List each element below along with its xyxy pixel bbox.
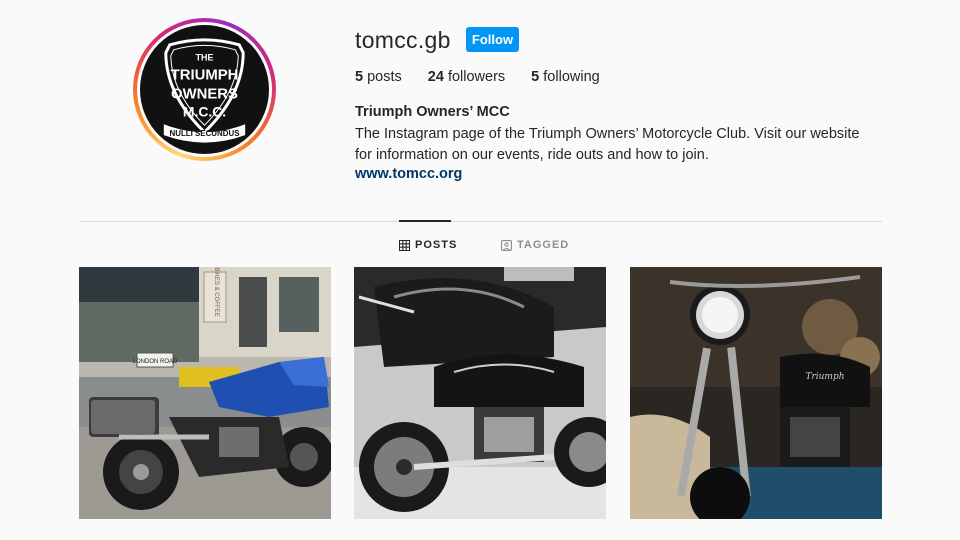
tag-icon [501,239,512,251]
logo-line-4: M.C.C. [183,103,226,119]
profile-website-link[interactable]: www.tomcc.org [355,166,462,182]
post-2-photo [354,267,606,519]
tab-tagged-label: TAGGED [517,239,570,251]
post-1-shop-sign: BIKES & COFFEE [213,267,219,316]
following-label: following [543,69,600,85]
followers-stat[interactable]: 24 followers [428,69,505,85]
profile-bio: The Instagram page of the Triumph Owners… [355,126,860,163]
logo-banner: NULLI SECUNDUS [170,129,240,138]
profile-username: tomcc.gb [355,27,451,53]
post-thumbnail-2[interactable] [354,267,606,519]
tab-posts[interactable]: POSTS [399,239,457,251]
posts-count: 5 [355,69,364,85]
posts-label: posts [367,69,402,85]
followers-label: followers [447,69,506,85]
grid-icon [399,239,410,251]
logo-line-1: THE [196,53,214,63]
logo-line-2: TRIUMPH [171,68,239,84]
tabs-divider [79,221,882,222]
posts-stat: 5 posts [355,69,402,85]
post-1-street-sign: LONDON ROAD [133,359,178,365]
logo-line-3: OWNERS [171,86,238,102]
tab-tagged[interactable]: TAGGED [501,239,569,251]
avatar-gap: THE TRIUMPH OWNERS M.C.C. NULLI SECUNDUS [137,22,272,157]
profile-stats: 5 posts 24 followers 5 following [355,69,626,85]
following-count: 5 [531,69,540,85]
post-3-tank-badge: Triumph [805,372,844,382]
profile-full-name: Triumph Owners’ MCC [355,104,510,120]
followers-count: 24 [427,69,444,85]
post-3-photo: Triumph [630,267,882,519]
follow-button[interactable]: Follow [466,27,519,52]
post-1-photo: BIKES & COFFEE LONDON ROAD [79,267,331,519]
following-stat[interactable]: 5 following [531,69,600,85]
active-tab-indicator [399,220,451,222]
tab-posts-label: POSTS [415,239,458,251]
post-thumbnail-3[interactable]: Triumph [630,267,882,519]
profile-avatar[interactable]: THE TRIUMPH OWNERS M.C.C. NULLI SECUNDUS [133,18,276,161]
club-logo-graphic: THE TRIUMPH OWNERS M.C.C. NULLI SECUNDUS [163,38,246,143]
post-thumbnail-1[interactable]: BIKES & COFFEE LONDON ROAD [79,267,331,519]
club-logo: THE TRIUMPH OWNERS M.C.C. NULLI SECUNDUS [140,25,269,154]
